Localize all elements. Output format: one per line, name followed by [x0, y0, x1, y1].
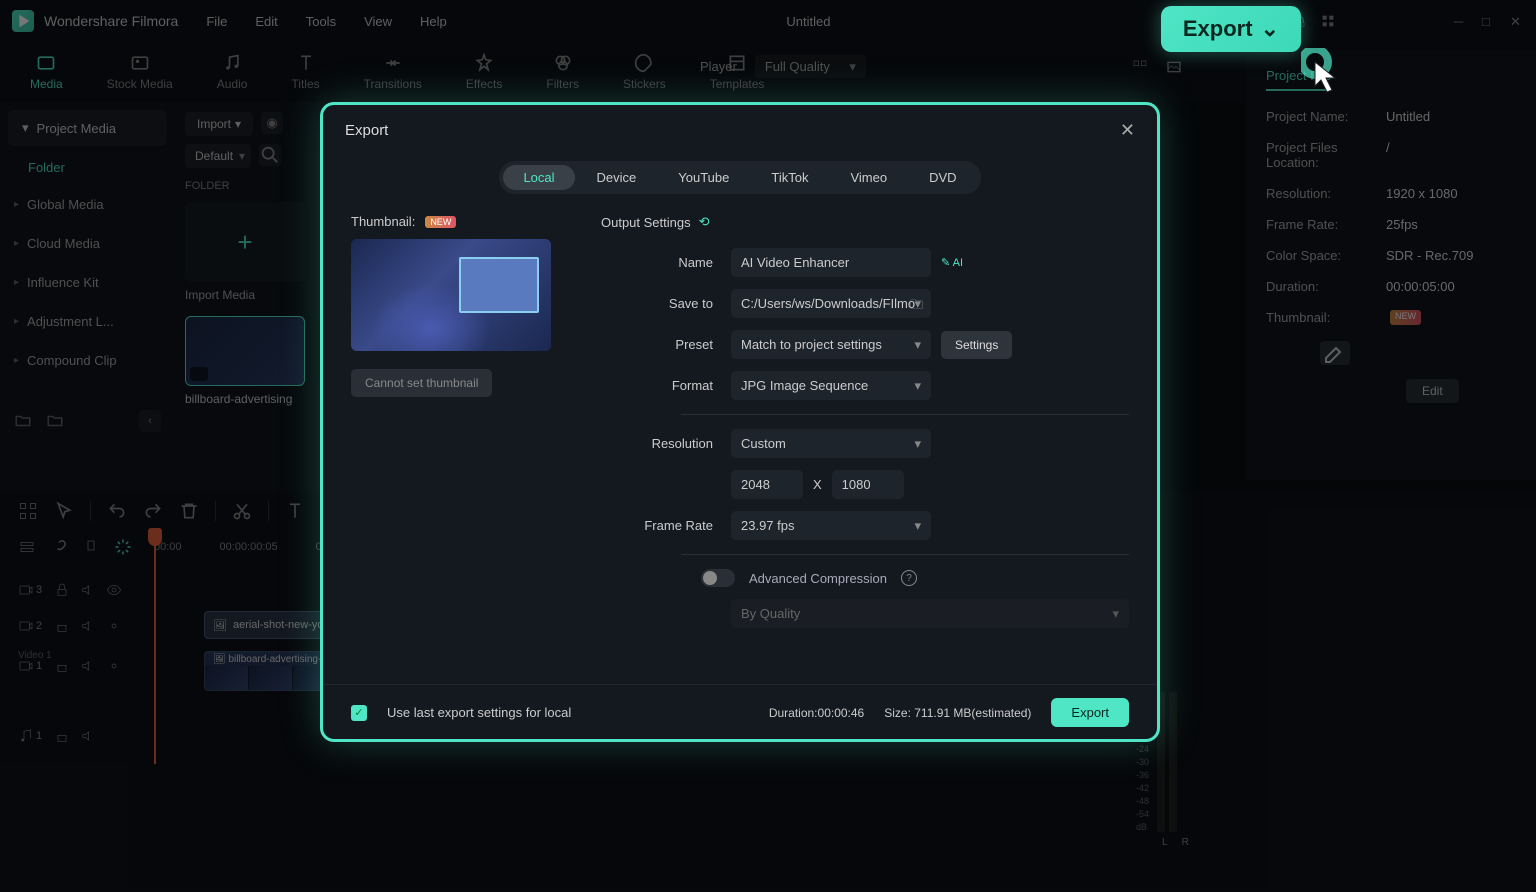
thumbnail-preview[interactable] — [351, 239, 551, 351]
tab-device[interactable]: Device — [577, 165, 657, 190]
by-quality-dropdown: By Quality — [731, 599, 1129, 628]
output-settings-label: Output Settings — [601, 215, 691, 230]
width-input[interactable] — [731, 470, 803, 499]
folder-icon: 🗀 — [910, 296, 923, 318]
frame-rate-dropdown[interactable]: 23.97 fps — [731, 511, 931, 540]
export-confirm-button[interactable]: Export — [1051, 698, 1129, 727]
dialog-tabs: Local Device YouTube TikTok Vimeo DVD — [323, 161, 1157, 194]
frame-rate-label: Frame Rate — [601, 518, 731, 533]
x-label: X — [813, 477, 822, 492]
thumbnail-label: Thumbnail: — [351, 214, 415, 229]
advanced-compression-toggle[interactable] — [701, 569, 735, 587]
refresh-icon[interactable]: ⟲ — [699, 214, 710, 230]
format-dropdown[interactable]: JPG Image Sequence — [731, 371, 931, 400]
ai-badge-icon[interactable]: ✎ AI — [941, 256, 963, 269]
tab-dvd[interactable]: DVD — [909, 165, 976, 190]
tab-vimeo[interactable]: Vimeo — [830, 165, 907, 190]
export-button-highlight[interactable]: Export ⌄ — [1161, 6, 1301, 52]
name-label: Name — [601, 255, 731, 270]
resolution-dropdown[interactable]: Custom — [731, 429, 931, 458]
duration-info: Duration:00:00:46 — [769, 706, 864, 720]
tab-tiktok[interactable]: TikTok — [751, 165, 828, 190]
preset-dropdown[interactable]: Match to project settings — [731, 330, 931, 359]
use-last-settings-checkbox[interactable]: ✓ — [351, 705, 367, 721]
size-info: Size: 711.91 MB(estimated) — [884, 706, 1031, 720]
resolution-label: Resolution — [601, 436, 731, 451]
export-dialog: Export ✕ Local Device YouTube TikTok Vim… — [320, 102, 1160, 742]
tab-youtube[interactable]: YouTube — [658, 165, 749, 190]
height-input[interactable] — [832, 470, 904, 499]
new-badge: NEW — [425, 216, 456, 228]
save-to-field[interactable]: C:/Users/ws/Downloads/FIlmo🗀 — [731, 289, 931, 318]
cannot-set-thumbnail-button[interactable]: Cannot set thumbnail — [351, 369, 492, 397]
cursor-icon — [1301, 48, 1341, 97]
name-input[interactable] — [731, 248, 931, 277]
use-last-settings-label: Use last export settings for local — [387, 705, 571, 720]
save-to-label: Save to — [601, 296, 731, 311]
dialog-title: Export — [345, 122, 388, 139]
advanced-compression-label: Advanced Compression — [749, 571, 887, 586]
settings-button[interactable]: Settings — [941, 331, 1012, 359]
tab-local[interactable]: Local — [503, 165, 574, 190]
help-icon[interactable]: ? — [901, 570, 917, 586]
format-label: Format — [601, 378, 731, 393]
chevron-down-icon: ⌄ — [1261, 16, 1279, 42]
preset-label: Preset — [601, 337, 731, 352]
dialog-close-icon[interactable]: ✕ — [1120, 120, 1135, 141]
